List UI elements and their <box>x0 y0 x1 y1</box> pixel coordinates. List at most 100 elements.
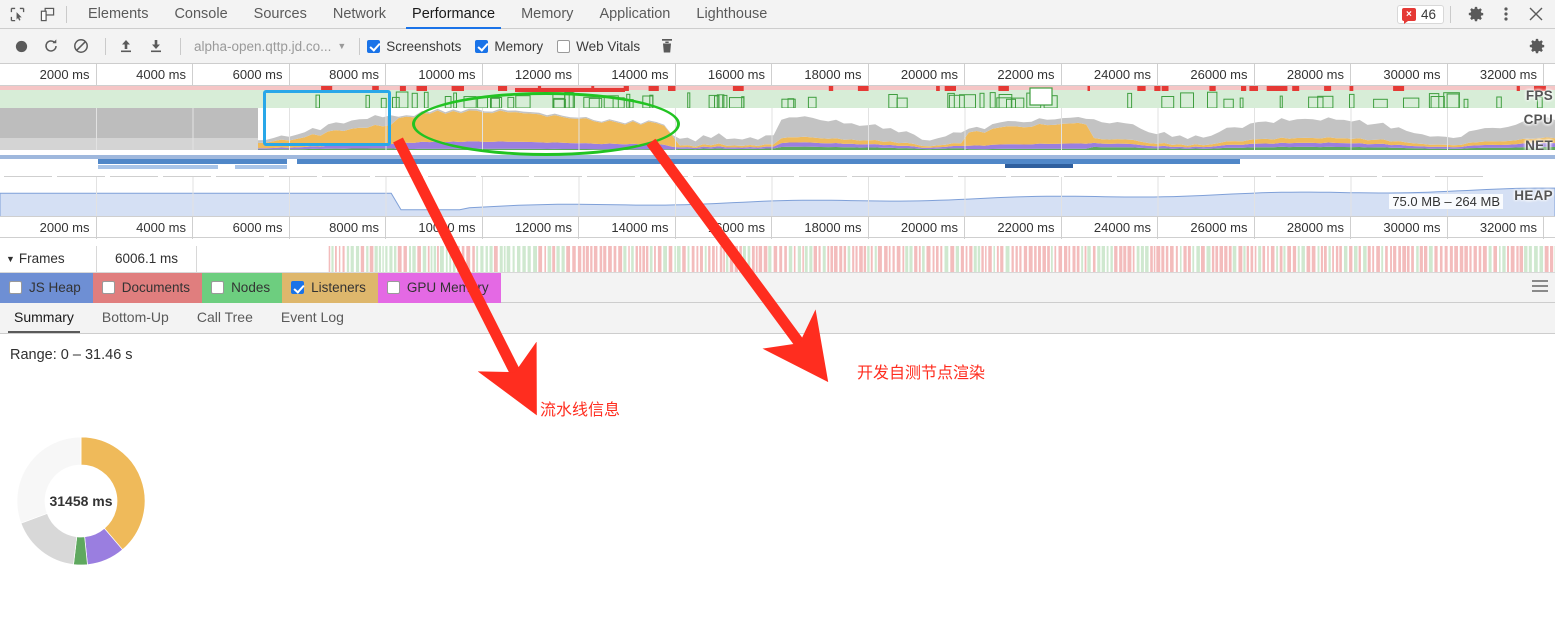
ruler-tick: 24000 ms <box>1062 64 1158 86</box>
error-count: 46 <box>1420 6 1436 22</box>
ruler-tick: 32000 ms <box>1448 64 1544 86</box>
annotation-label-node-render: 开发自测节点渲染 <box>857 365 986 382</box>
tab-summary[interactable]: Summary <box>0 302 88 333</box>
pane-resize-handle[interactable]: ⋯ <box>775 238 790 244</box>
tab-network[interactable]: Network <box>320 0 399 29</box>
tab-memory[interactable]: Memory <box>508 0 586 29</box>
counter-gpu-memory-box[interactable] <box>386 281 400 294</box>
frames-collapse-toggle[interactable]: ▼ Frames <box>0 246 97 272</box>
ruler-tick: 26000 ms <box>1158 64 1255 86</box>
counter-listeners-box[interactable] <box>291 281 305 294</box>
ruler-tick: 12000 ms <box>483 64 579 86</box>
load-profile-icon[interactable] <box>113 33 139 59</box>
ruler-tick: 22000 ms <box>965 217 1062 239</box>
ruler-tick: 2000 ms <box>0 217 97 239</box>
counter-listeners-label: Listeners <box>311 280 366 295</box>
device-toolbar-icon[interactable] <box>34 1 60 27</box>
counter-listeners[interactable]: Listeners <box>282 272 378 303</box>
ruler-tick: 20000 ms <box>869 217 965 239</box>
toolbar-divider <box>66 5 67 23</box>
tab-bottom-up[interactable]: Bottom-Up <box>88 302 183 333</box>
recording-target-select[interactable]: alpha-open.qttp.jd.co... ▼ <box>188 34 352 58</box>
ruler-tick: 12000 ms <box>483 217 579 239</box>
toolbar-divider-3 <box>105 37 106 55</box>
ruler-tick: 8000 ms <box>290 217 386 239</box>
summary-donut-chart: 31458 ms <box>12 432 150 570</box>
record-circle-icon[interactable] <box>8 33 34 59</box>
fps-track <box>0 86 1555 108</box>
summary-panel: Range: 0 – 31.46 s 31458 ms 6 ms Loading… <box>0 334 1555 624</box>
heap-track <box>0 177 1555 220</box>
close-icon[interactable] <box>1523 1 1549 27</box>
tab-performance[interactable]: Performance <box>399 0 508 29</box>
counter-nodes[interactable]: Nodes <box>202 272 283 303</box>
ruler-tick: 32000 ms <box>1448 217 1544 239</box>
checkbox-web-vitals[interactable]: Web Vitals <box>557 39 640 54</box>
ruler-tick: 20000 ms <box>869 64 965 86</box>
overview-ruler-bottom: 2000 ms 4000 ms 6000 ms 8000 ms 10000 ms 1200… <box>0 216 1555 239</box>
ruler-tick: 2000 ms <box>0 64 97 86</box>
donut-total-label: 31458 ms <box>49 493 113 509</box>
kebab-menu-icon[interactable] <box>1493 1 1519 27</box>
tab-console[interactable]: Console <box>161 0 240 29</box>
checkbox-memory-box[interactable] <box>475 39 489 53</box>
detail-tabs: Summary Bottom-Up Call Tree Event Log <box>0 303 1555 334</box>
ruler-tick: 30000 ms <box>1351 217 1448 239</box>
tab-application[interactable]: Application <box>586 0 683 29</box>
checkbox-memory[interactable]: Memory <box>475 39 543 54</box>
ruler-tick: 16000 ms <box>676 64 772 86</box>
ruler-tick: 14000 ms <box>579 217 676 239</box>
net-track <box>0 150 1555 172</box>
hamburger-menu-icon[interactable] <box>1532 280 1548 295</box>
tab-sources[interactable]: Sources <box>241 0 320 29</box>
tab-lighthouse[interactable]: Lighthouse <box>683 0 780 29</box>
annotation-label-pipeline: 流水线信息 <box>540 402 621 419</box>
counter-js-heap-box[interactable] <box>9 281 22 294</box>
save-profile-icon[interactable] <box>143 33 169 59</box>
toolbar-divider-4 <box>180 37 181 55</box>
overview-ruler-top: 2000 ms 4000 ms 6000 ms 8000 ms 10000 ms 1200… <box>0 64 1555 86</box>
ruler-tick: 28000 ms <box>1255 64 1351 86</box>
tab-elements[interactable]: Elements <box>75 0 161 29</box>
ruler-tick: 10000 ms <box>386 217 483 239</box>
trash-icon[interactable] <box>654 33 680 59</box>
clear-recording-icon[interactable] <box>68 33 94 59</box>
cpu-track <box>0 108 1555 150</box>
frames-title: Frames <box>18 251 65 266</box>
ruler-tick: 18000 ms <box>772 64 869 86</box>
heap-range-value: 75.0 MB – 264 MB <box>1389 194 1503 209</box>
counter-gpu-memory-label: GPU Memory <box>406 280 489 295</box>
ruler-tick: 18000 ms <box>772 217 869 239</box>
tab-call-tree[interactable]: Call Tree <box>183 302 267 333</box>
toolbar-divider-5 <box>359 37 361 55</box>
counter-nodes-box[interactable] <box>211 281 225 294</box>
ruler-tick: 24000 ms <box>1062 217 1158 239</box>
checkbox-screenshots[interactable]: Screenshots <box>367 39 461 54</box>
checkbox-memory-label: Memory <box>494 38 544 54</box>
checkbox-screenshots-box[interactable] <box>367 39 381 53</box>
frames-strip[interactable] <box>197 246 1555 272</box>
tab-event-log[interactable]: Event Log <box>267 302 358 333</box>
summary-range: Range: 0 – 31.46 s <box>10 347 133 363</box>
ruler-tick: 4000 ms <box>97 217 193 239</box>
frames-row: ▼ Frames 6006.1 ms <box>0 246 1555 273</box>
counter-js-heap[interactable]: JS Heap <box>0 272 93 303</box>
recording-target-value: alpha-open.qttp.jd.co... <box>194 38 332 54</box>
counter-documents-box[interactable] <box>101 281 115 294</box>
toolbar-divider-2 <box>1450 5 1451 23</box>
error-icon: × <box>1401 7 1416 24</box>
reload-and-record-icon[interactable] <box>38 33 64 59</box>
gear-icon[interactable] <box>1463 1 1489 27</box>
counter-gpu-memory[interactable]: GPU Memory <box>377 272 501 303</box>
capture-settings-gear-icon[interactable] <box>1525 34 1549 58</box>
checkbox-screenshots-label: Screenshots <box>386 38 462 54</box>
counter-documents-label: Documents <box>121 280 191 295</box>
error-count-badge[interactable]: × 46 <box>1396 4 1444 24</box>
counter-js-heap-label: JS Heap <box>29 280 81 295</box>
timeline-overview[interactable]: 2000 ms 4000 ms 6000 ms 8000 ms 10000 ms 1200… <box>0 64 1555 244</box>
checkbox-web-vitals-box[interactable] <box>557 39 571 53</box>
inspect-element-icon[interactable] <box>4 1 30 27</box>
counter-documents[interactable]: Documents <box>92 272 203 303</box>
triangle-down-icon: ▼ <box>6 254 15 264</box>
ruler-tick: 26000 ms <box>1158 217 1255 239</box>
